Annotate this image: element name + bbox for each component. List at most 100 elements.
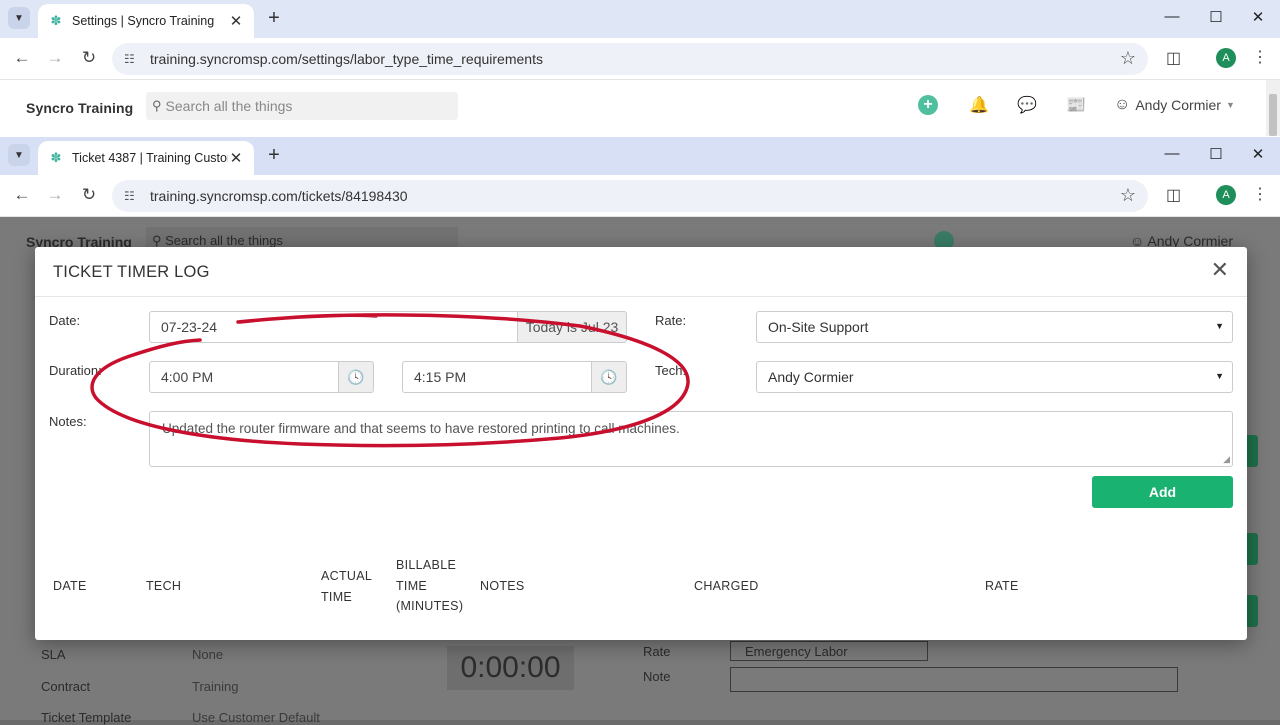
ticket-timer-log-modal: TICKET TIMER LOG ✕ Date: 07-23-24 Today … xyxy=(35,247,1247,640)
dropdown-arrow-icon: ▼ xyxy=(1215,371,1224,381)
bookmark-star-icon[interactable]: ☆ xyxy=(1120,185,1136,206)
modal-header: TICKET TIMER LOG ✕ xyxy=(35,247,1247,297)
tab-strip: ▼ ✽ Settings | Syncro Training ✕ + — ☐ ✕ xyxy=(0,0,1280,38)
site-settings-icon[interactable]: ☷ xyxy=(124,52,140,66)
start-time-field[interactable]: 4:00 PM xyxy=(149,361,339,393)
close-window-icon[interactable]: ✕ xyxy=(1246,8,1270,26)
forward-arrow-icon[interactable]: → xyxy=(44,48,66,68)
notes-text: Updated the router firmware and that see… xyxy=(162,421,680,436)
search-placeholder-dimmed: Search all the things xyxy=(165,233,283,248)
page-scrollbar[interactable] xyxy=(1266,80,1280,136)
bg-rate-value: Emergency Labor xyxy=(745,644,848,659)
bg-note-label: Note xyxy=(643,669,671,684)
col-rate: RATE xyxy=(985,579,1019,593)
new-item-plus-icon[interactable]: + xyxy=(918,95,938,115)
url-field[interactable]: ☷ training.syncromsp.com/settings/labor_… xyxy=(112,43,1148,75)
browser-window-ticket: ▼ ✽ Ticket 4387 | Training Customer ✕ + … xyxy=(0,137,1280,217)
profile-avatar[interactable]: A xyxy=(1216,185,1236,205)
dropdown-arrow-icon: ▼ xyxy=(1215,321,1224,331)
tech-select[interactable]: Andy Cormier ▼ xyxy=(756,361,1233,393)
brand-name[interactable]: Syncro Training xyxy=(26,100,133,116)
col-actual-line1: ACTUAL xyxy=(321,569,373,583)
col-charged: CHARGED xyxy=(694,579,759,593)
clock-icon[interactable]: 🕓 xyxy=(338,361,374,393)
tech-label: Tech: xyxy=(655,363,687,378)
address-bar-row: ← → ↻ ☷ training.syncromsp.com/tickets/8… xyxy=(0,175,1280,217)
minimize-icon[interactable]: — xyxy=(1160,145,1184,162)
new-tab-plus-icon[interactable]: + xyxy=(264,7,284,29)
date-label: Date: xyxy=(49,313,81,328)
reload-icon[interactable]: ↻ xyxy=(78,48,100,68)
close-tab-icon[interactable]: ✕ xyxy=(228,149,244,167)
clock-icon[interactable]: 🕓 xyxy=(591,361,627,393)
start-time-value: 4:00 PM xyxy=(161,369,214,385)
tab-search-chevron-icon[interactable]: ▼ xyxy=(8,144,30,166)
user-circle-icon: ☺ xyxy=(1114,96,1131,113)
close-tab-icon[interactable]: ✕ xyxy=(228,12,244,30)
tech-value: Andy Cormier xyxy=(768,369,854,385)
col-notes: NOTES xyxy=(480,579,525,593)
browser-menu-icon[interactable]: ⋮ xyxy=(1252,47,1268,67)
bg-note-input xyxy=(730,667,1178,692)
close-window-icon[interactable]: ✕ xyxy=(1246,145,1270,163)
tab-settings[interactable]: ✽ Settings | Syncro Training ✕ xyxy=(38,4,254,38)
browser-menu-icon[interactable]: ⋮ xyxy=(1252,184,1268,204)
url-field[interactable]: ☷ training.syncromsp.com/tickets/8419843… xyxy=(112,180,1148,212)
maximize-icon[interactable]: ☐ xyxy=(1204,8,1228,26)
col-billable-line1: BILLABLE xyxy=(396,558,457,572)
syncro-favicon-icon: ✽ xyxy=(50,13,62,28)
modal-title: TICKET TIMER LOG xyxy=(53,263,210,281)
browser-window-settings: ▼ ✽ Settings | Syncro Training ✕ + — ☐ ✕… xyxy=(0,0,1280,138)
timer-display: 0:00:00 xyxy=(447,646,574,690)
global-search-input[interactable]: ⚲ Search all the things xyxy=(146,92,458,120)
back-arrow-icon[interactable]: ← xyxy=(11,48,33,68)
col-billable-line3: (MINUTES) xyxy=(396,599,464,613)
tab-search-chevron-icon[interactable]: ▼ xyxy=(8,7,30,29)
minimize-icon[interactable]: — xyxy=(1160,8,1184,25)
forward-arrow-icon[interactable]: → xyxy=(44,185,66,205)
maximize-icon[interactable]: ☐ xyxy=(1204,145,1228,163)
bg-field-value: Use Customer Default xyxy=(192,710,320,725)
col-tech: TECH xyxy=(146,579,182,593)
col-billable-time: BILLABLE TIME (MINUTES) xyxy=(396,555,463,617)
url-text: training.syncromsp.com/tickets/84198430 xyxy=(150,188,408,204)
bg-field-value: None xyxy=(192,647,224,662)
today-addon: Today is Jul 23 xyxy=(517,311,627,343)
rate-label: Rate: xyxy=(655,313,687,328)
back-arrow-icon[interactable]: ← xyxy=(11,185,33,205)
app-header: Syncro Training ⚲ Search all the things … xyxy=(0,80,1280,138)
resize-grip-icon[interactable]: ◢ xyxy=(1223,454,1230,465)
col-date: DATE xyxy=(53,579,87,593)
rate-select[interactable]: On-Site Support ▼ xyxy=(756,311,1233,343)
notes-textarea[interactable]: Updated the router firmware and that see… xyxy=(149,411,1233,467)
tab-strip: ▼ ✽ Ticket 4387 | Training Customer ✕ + … xyxy=(0,137,1280,175)
user-menu[interactable]: ☺ Andy Cormier ▼ xyxy=(1114,96,1235,114)
search-placeholder: Search all the things xyxy=(165,98,293,114)
notes-label: Notes: xyxy=(49,414,87,429)
date-value: 07-23-24 xyxy=(161,319,218,335)
site-settings-icon[interactable]: ☷ xyxy=(124,189,140,203)
chat-bubble-icon[interactable]: 💬 xyxy=(1017,95,1037,115)
extensions-puzzle-icon[interactable]: ◫ xyxy=(1166,48,1181,68)
date-field[interactable]: 07-23-24 xyxy=(149,311,519,343)
add-button[interactable]: Add xyxy=(1092,476,1233,508)
bg-rate-select: Emergency Labor xyxy=(730,641,928,661)
search-icon: ⚲ xyxy=(152,98,162,113)
tab-ticket[interactable]: ✽ Ticket 4387 | Training Customer ✕ xyxy=(38,141,254,175)
end-time-value: 4:15 PM xyxy=(414,369,467,385)
profile-avatar[interactable]: A xyxy=(1216,48,1236,68)
close-icon[interactable]: ✕ xyxy=(1211,259,1229,281)
col-actual-time: ACTUAL TIME xyxy=(321,566,372,607)
notifications-bell-icon[interactable]: 🔔 xyxy=(969,95,989,115)
bg-field-label: Contract xyxy=(41,679,91,694)
new-tab-plus-icon[interactable]: + xyxy=(264,144,284,166)
bookmark-star-icon[interactable]: ☆ xyxy=(1120,48,1136,69)
url-text: training.syncromsp.com/settings/labor_ty… xyxy=(150,51,543,67)
extensions-puzzle-icon[interactable]: ◫ xyxy=(1166,185,1181,205)
col-billable-line2: TIME xyxy=(396,578,428,593)
end-time-field[interactable]: 4:15 PM xyxy=(402,361,592,393)
scrollbar-thumb[interactable] xyxy=(1269,94,1277,136)
reload-icon[interactable]: ↻ xyxy=(78,185,100,205)
newsfeed-icon[interactable]: 📰 xyxy=(1066,95,1086,115)
today-text: Today is Jul 23 xyxy=(525,319,619,335)
